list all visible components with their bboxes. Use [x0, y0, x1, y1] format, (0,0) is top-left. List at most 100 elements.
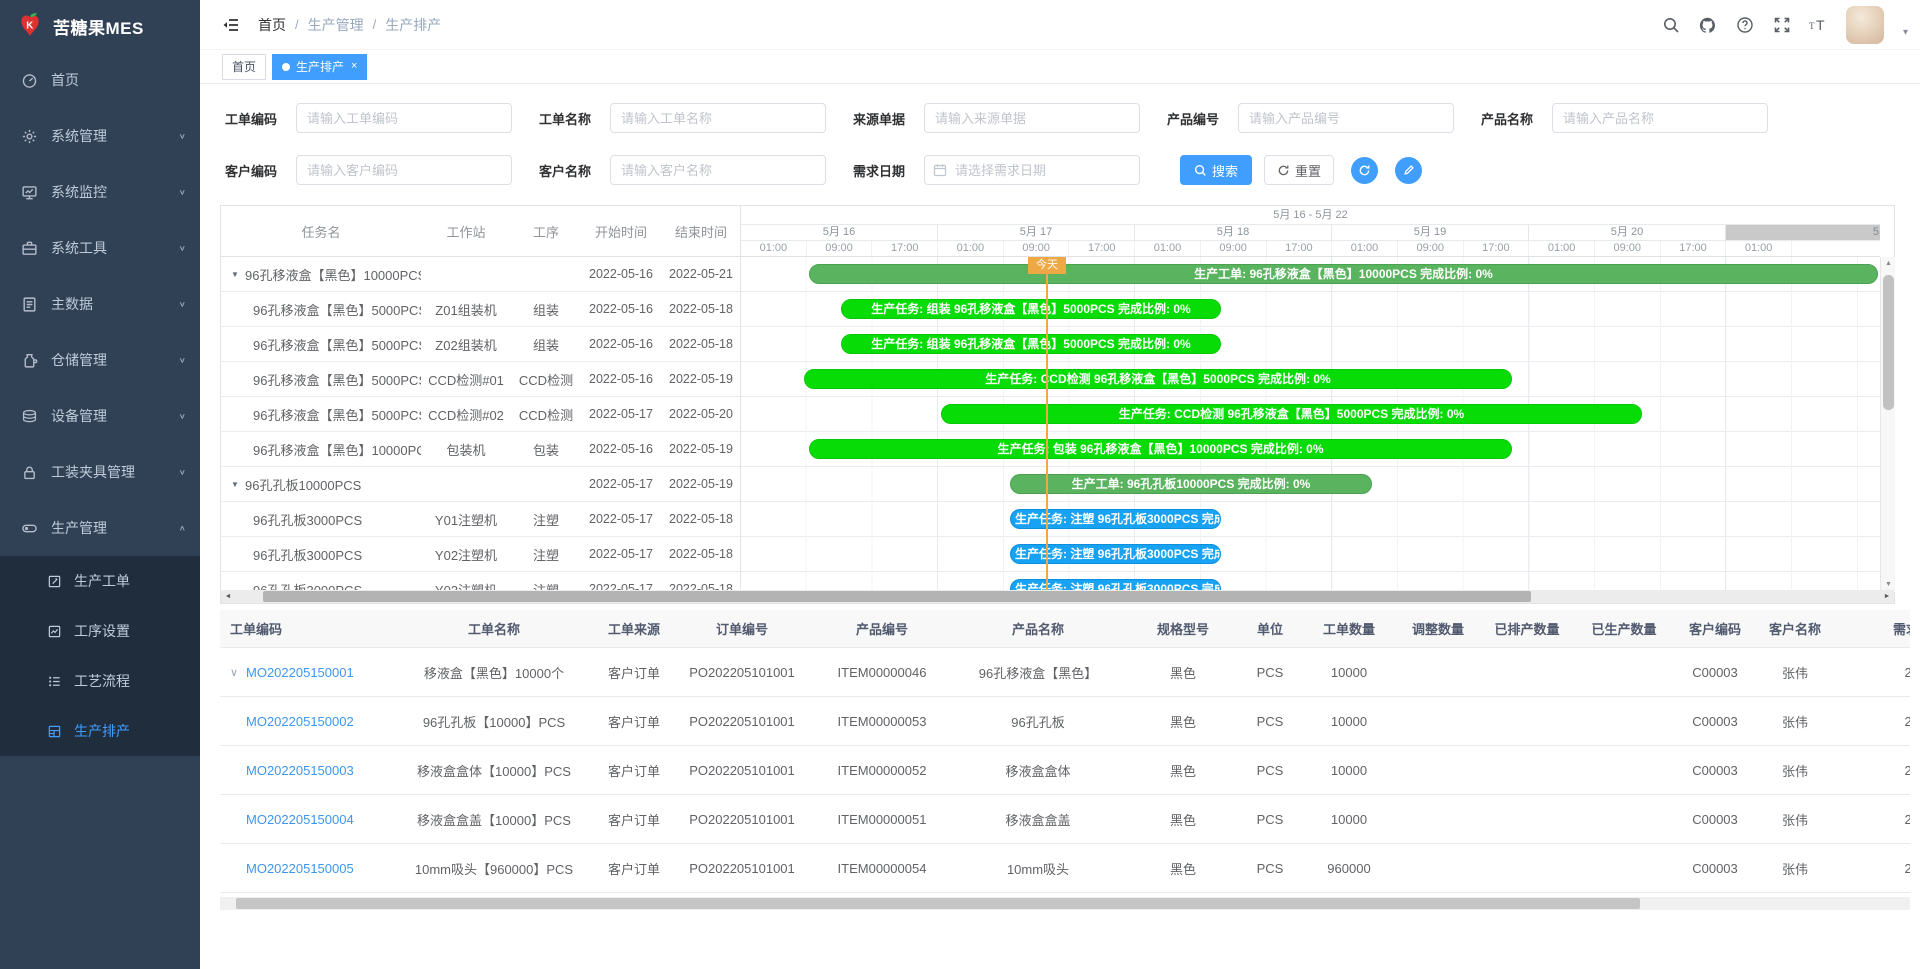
sidebar-item-production-management[interactable]: 生产管理 ∧: [0, 500, 200, 556]
gantt-task-row[interactable]: ▼ 96孔移液盒【黑色】5000PCS Z02组装机 组装 2022-05-16…: [221, 327, 740, 362]
gantt-bar[interactable]: 生产任务: 包装 96孔移液盒【黑色】10000PCS 完成比例: 0%: [809, 439, 1512, 459]
customer-code-cell: C00003: [1674, 665, 1756, 680]
filter-input[interactable]: [1238, 103, 1454, 133]
gantt-bar[interactable]: 生产任务: 注塑 96孔孔板3000PCS 完成比例: 0%: [1010, 544, 1221, 564]
sidebar-item-master-data[interactable]: 主数据 ∨: [0, 276, 200, 332]
start-date-cell: 2022-05-16: [581, 267, 661, 281]
timeline-hour-tick: 17:00: [1661, 241, 1727, 256]
filter-input[interactable]: [610, 155, 826, 185]
expand-caret-icon[interactable]: ∨: [230, 666, 246, 679]
horizontal-scroll-thumb[interactable]: [263, 591, 1531, 602]
filter-label: 产品名称: [1481, 109, 1543, 128]
gantt-task-row[interactable]: ▼ 96孔移液盒【黑色】10000PCS 2022-05-16 2022-05-…: [221, 257, 740, 292]
filter-input[interactable]: [296, 155, 512, 185]
edit-round-button[interactable]: [1395, 157, 1422, 184]
avatar[interactable]: [1846, 6, 1884, 44]
sidebar-item-system-monitor[interactable]: 系统监控 ∨: [0, 164, 200, 220]
timeline-hour-tick: 01:00: [1529, 241, 1595, 256]
gantt-bar[interactable]: 生产工单: 96孔孔板10000PCS 完成比例: 0%: [1010, 474, 1372, 494]
order-code-link[interactable]: MO202205150004: [246, 812, 354, 827]
caret-down-icon[interactable]: ▼: [231, 270, 245, 279]
workstation-cell: Z02组装机: [421, 335, 511, 354]
table-scroll-thumb[interactable]: [236, 898, 1640, 909]
table-row[interactable]: ∨ MO202205150002 96孔孔板【10000】PCS 客户订单 PO…: [220, 697, 1910, 746]
task-name-cell: ▼ 96孔移液盒【黑色】5000PCS: [221, 405, 421, 424]
demand-date-cell: 2022: [1834, 714, 1910, 729]
tab-home[interactable]: 首页: [222, 54, 266, 80]
sync-icon: [1358, 164, 1371, 177]
gantt-task-row[interactable]: ▼ 96孔孔板3000PCS Y01注塑机 注塑 2022-05-17 2022…: [221, 502, 740, 537]
order-code-link[interactable]: MO202205150002: [246, 714, 354, 729]
timeline-hours: 01:0009:0017:0001:0009:0017:0001:0009:00…: [741, 241, 1880, 257]
sidebar-item-system-management[interactable]: 系统管理 ∨: [0, 108, 200, 164]
filter-input[interactable]: [610, 103, 826, 133]
sidebar-item-equipment[interactable]: 设备管理 ∨: [0, 388, 200, 444]
table-row[interactable]: ∨ MO202205150001 移液盒【黑色】10000个 客户订单 PO20…: [220, 648, 1910, 697]
gantt-task-row[interactable]: ▼ 96孔移液盒【黑色】5000PCS Z01组装机 组装 2022-05-16…: [221, 292, 740, 327]
order-code-link[interactable]: MO202205150003: [246, 763, 354, 778]
sidebar-subitem-production-scheduling[interactable]: 生产排产: [0, 706, 200, 756]
reset-button[interactable]: 重置: [1264, 155, 1334, 185]
order-source-cell: 客户订单: [600, 663, 668, 682]
table-row[interactable]: ∨ MO202205150004 移液盒盒盖【10000】PCS 客户订单 PO…: [220, 795, 1910, 844]
gantt-task-row[interactable]: ▼ 96孔孔板10000PCS 2022-05-17 2022-05-19: [221, 467, 740, 502]
github-icon[interactable]: [1698, 15, 1718, 35]
sidebar-subitem-process-flow[interactable]: 工艺流程: [0, 656, 200, 706]
svg-text:T: T: [1809, 21, 1815, 31]
order-name-cell: 96孔孔板【10000】PCS: [388, 712, 600, 731]
app-logo[interactable]: K 苦糖果MES: [0, 0, 200, 52]
sidebar-collapse-icon[interactable]: [222, 16, 240, 34]
gantt-task-row[interactable]: ▼ 96孔移液盒【黑色】10000PCS 包装机 包装 2022-05-16 2…: [221, 432, 740, 467]
sales-order-cell: PO202205101001: [668, 763, 816, 778]
gantt-task-row[interactable]: ▼ 96孔孔板3000PCS Y03注塑机 注塑 2022-05-17 2022…: [221, 572, 740, 592]
table-row[interactable]: ∨ MO202205150005 10mm吸头【960000】PCS 客户订单 …: [220, 844, 1910, 893]
gantt-task-row[interactable]: ▼ 96孔移液盒【黑色】5000PCS CCD检测#02 CCD检测 2022-…: [221, 397, 740, 432]
refresh-round-button[interactable]: [1351, 157, 1378, 184]
gantt-bar[interactable]: 生产任务: CCD检测 96孔移液盒【黑色】5000PCS 完成比例: 0%: [804, 369, 1512, 389]
lock-icon: [20, 463, 38, 481]
gantt-horizontal-scrollbar[interactable]: ◄ ►: [221, 590, 1894, 603]
filter-input[interactable]: [924, 155, 1140, 185]
filter-input[interactable]: [1552, 103, 1768, 133]
scroll-left-icon[interactable]: ◄: [221, 590, 235, 603]
table-row[interactable]: ∨ MO202205150003 移液盒盒体【10000】PCS 客户订单 PO…: [220, 746, 1910, 795]
filter-input[interactable]: [296, 103, 512, 133]
avatar-dropdown-caret-icon[interactable]: ▾: [1903, 27, 1908, 38]
tab-close-icon[interactable]: ×: [351, 61, 357, 72]
gantt-bar[interactable]: 生产任务: 注塑 96孔孔板3000PCS 完成比例: 0%: [1010, 509, 1221, 529]
spec-cell: 黑色: [1128, 712, 1238, 731]
caret-down-icon[interactable]: ▼: [231, 480, 245, 489]
font-size-icon[interactable]: TT: [1809, 15, 1829, 35]
start-date-cell: 2022-05-16: [581, 442, 661, 456]
breadcrumb-production[interactable]: 生产管理: [308, 15, 364, 35]
timeline-day: 5月 17: [938, 225, 1135, 241]
vertical-scroll-thumb[interactable]: [1883, 275, 1894, 410]
gantt-bar[interactable]: 生产工单: 96孔移液盒【黑色】10000PCS 完成比例: 0%: [809, 264, 1878, 284]
help-icon[interactable]: [1735, 15, 1755, 35]
gantt-timeline: 5月 16 - 5月 22 5月 165月 175月 185月 195月 20 …: [741, 206, 1880, 603]
gantt-panel: 任务名 工作站 工序 开始时间 结束时间 ▼ 96孔移液盒【黑色】10000PC…: [220, 205, 1895, 604]
table-horizontal-scrollbar[interactable]: [220, 897, 1910, 910]
search-button[interactable]: 搜索: [1180, 155, 1252, 185]
search-icon[interactable]: [1661, 15, 1681, 35]
gantt-vertical-scrollbar[interactable]: ▲ ▼: [1880, 257, 1895, 592]
sidebar-item-home[interactable]: 首页: [0, 52, 200, 108]
gantt-bar[interactable]: 生产任务: 组装 96孔移液盒【黑色】5000PCS 完成比例: 0%: [841, 299, 1221, 319]
scroll-up-icon[interactable]: ▲: [1881, 257, 1896, 271]
sidebar-item-warehouse[interactable]: 仓储管理 ∨: [0, 332, 200, 388]
gantt-task-row[interactable]: ▼ 96孔孔板3000PCS Y02注塑机 注塑 2022-05-17 2022…: [221, 537, 740, 572]
scroll-right-icon[interactable]: ►: [1880, 590, 1894, 603]
breadcrumb-home[interactable]: 首页: [258, 15, 286, 35]
fullscreen-icon[interactable]: [1772, 15, 1792, 35]
sidebar-item-system-tools[interactable]: 系统工具 ∨: [0, 220, 200, 276]
sidebar-subitem-work-order[interactable]: 生产工单: [0, 556, 200, 606]
order-code-link[interactable]: MO202205150001: [246, 665, 354, 680]
gantt-bar[interactable]: 生产任务: 组装 96孔移液盒【黑色】5000PCS 完成比例: 0%: [841, 334, 1221, 354]
sidebar-subitem-process-settings[interactable]: 工序设置: [0, 606, 200, 656]
gantt-task-row[interactable]: ▼ 96孔移液盒【黑色】5000PCS CCD检测#01 CCD检测 2022-…: [221, 362, 740, 397]
tab-production-scheduling[interactable]: 生产排产 ×: [272, 54, 367, 80]
app-title: 苦糖果MES: [53, 14, 144, 39]
order-code-link[interactable]: MO202205150005: [246, 861, 354, 876]
filter-input[interactable]: [924, 103, 1140, 133]
sidebar-item-fixture-management[interactable]: 工装夹具管理 ∨: [0, 444, 200, 500]
